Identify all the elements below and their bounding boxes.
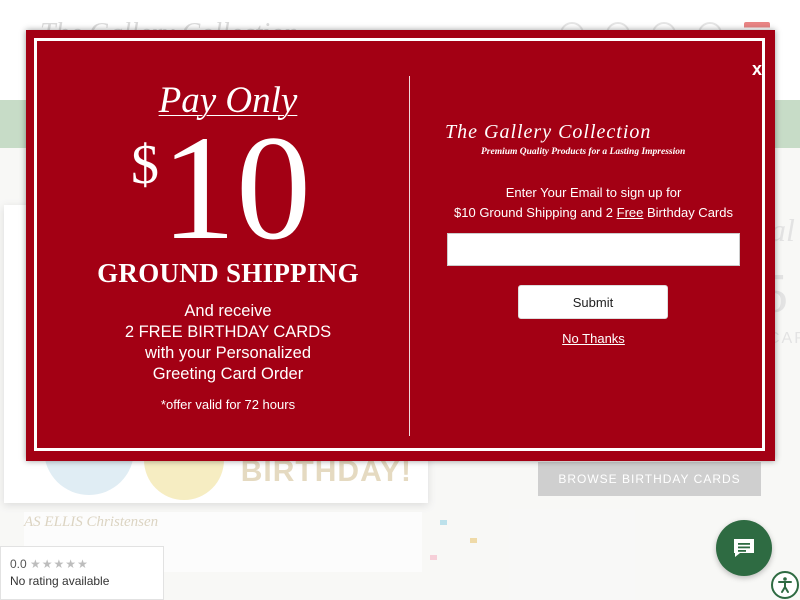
free-emphasis: Free bbox=[616, 205, 644, 220]
offer-line: with your Personalized bbox=[145, 344, 311, 362]
modal-border: x Pay Only $ 10 GROUND SHIPPING And rece… bbox=[34, 38, 765, 451]
signup-prompt: Enter Your Email to sign up for $10 Grou… bbox=[421, 183, 766, 223]
price-currency: $ bbox=[131, 134, 159, 196]
signup-panel: The Gallery Collection Premium Quality P… bbox=[421, 51, 766, 431]
rating-score: 0.0 bbox=[10, 557, 27, 571]
offer-validity-note: *offer valid for 72 hours bbox=[160, 397, 296, 412]
browse-birthday-cards-button[interactable]: BROWSE BIRTHDAY CARDS bbox=[538, 462, 761, 496]
no-thanks-link[interactable]: No Thanks bbox=[421, 331, 766, 346]
price-display: $ 10 bbox=[47, 113, 409, 263]
accessibility-button[interactable] bbox=[771, 571, 799, 599]
brand-tagline: Premium Quality Products for a Lasting I… bbox=[481, 147, 686, 157]
chat-button[interactable] bbox=[716, 520, 772, 576]
promo-modal: x Pay Only $ 10 GROUND SHIPPING And rece… bbox=[26, 30, 775, 461]
offer-description: And receive 2 FREE BIRTHDAY CARDS with y… bbox=[47, 301, 409, 385]
offer-panel: Pay Only $ 10 GROUND SHIPPING And receiv… bbox=[47, 51, 409, 431]
prompt-text: Birthday Cards bbox=[643, 205, 733, 220]
ground-shipping-heading: GROUND SHIPPING bbox=[97, 258, 359, 288]
offer-line: 2 FREE BIRTHDAY CARDS bbox=[124, 323, 332, 341]
rating-status: No rating available bbox=[10, 574, 110, 588]
email-input[interactable] bbox=[447, 233, 740, 266]
accessibility-icon bbox=[778, 577, 792, 593]
panel-divider bbox=[409, 76, 410, 436]
chat-bubble-icon bbox=[734, 539, 754, 557]
offer-line: And receive bbox=[184, 302, 272, 320]
signup-prompt-line: Enter Your Email to sign up for bbox=[505, 185, 682, 200]
offer-line: Greeting Card Order bbox=[152, 365, 304, 383]
price-amount: 10 bbox=[161, 105, 311, 271]
rating-stars-icon: ★★★★★ bbox=[30, 557, 89, 571]
submit-button[interactable]: Submit bbox=[518, 285, 668, 319]
google-rating-badge[interactable]: 0.0 ★★★★★ No rating available bbox=[0, 546, 164, 600]
brand-logo: The Gallery Collection bbox=[445, 121, 652, 143]
signup-prompt-line: $10 Ground Shipping and 2 Free Birthday … bbox=[421, 203, 766, 223]
prompt-text: $10 Ground Shipping and 2 bbox=[454, 205, 617, 220]
